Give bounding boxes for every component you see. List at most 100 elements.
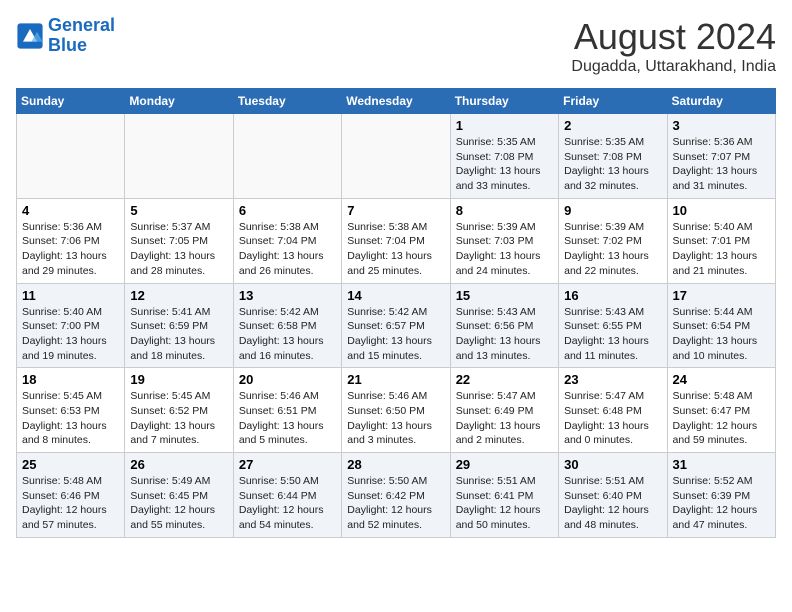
day-number: 17 xyxy=(673,288,770,303)
day-number: 25 xyxy=(22,457,119,472)
day-info: Sunrise: 5:37 AM Sunset: 7:05 PM Dayligh… xyxy=(130,220,227,279)
day-number: 11 xyxy=(22,288,119,303)
day-number: 24 xyxy=(673,372,770,387)
day-cell: 15 Sunrise: 5:43 AM Sunset: 6:56 PM Dayli… xyxy=(450,283,558,368)
day-info: Sunrise: 5:40 AM Sunset: 7:00 PM Dayligh… xyxy=(22,305,119,364)
header-row: SundayMondayTuesdayWednesdayThursdayFrid… xyxy=(17,89,776,114)
day-info: Sunrise: 5:42 AM Sunset: 6:58 PM Dayligh… xyxy=(239,305,336,364)
day-info: Sunrise: 5:40 AM Sunset: 7:01 PM Dayligh… xyxy=(673,220,770,279)
day-cell: 20 Sunrise: 5:46 AM Sunset: 6:51 PM Dayli… xyxy=(233,368,341,453)
day-info: Sunrise: 5:43 AM Sunset: 6:55 PM Dayligh… xyxy=(564,305,661,364)
day-info: Sunrise: 5:52 AM Sunset: 6:39 PM Dayligh… xyxy=(673,474,770,533)
header-cell-friday: Friday xyxy=(559,89,667,114)
day-info: Sunrise: 5:45 AM Sunset: 6:52 PM Dayligh… xyxy=(130,389,227,448)
day-cell: 12 Sunrise: 5:41 AM Sunset: 6:59 PM Dayli… xyxy=(125,283,233,368)
day-cell: 6 Sunrise: 5:38 AM Sunset: 7:04 PM Daylig… xyxy=(233,198,341,283)
day-info: Sunrise: 5:47 AM Sunset: 6:49 PM Dayligh… xyxy=(456,389,553,448)
calendar-subtitle: Dugadda, Uttarakhand, India xyxy=(571,58,776,76)
page-header: General Blue August 2024 Dugadda, Uttara… xyxy=(16,16,776,76)
day-cell: 18Sunrise: 5:45 AM Sunset: 6:53 PM Dayli… xyxy=(17,368,125,453)
day-cell: 27Sunrise: 5:50 AM Sunset: 6:44 PM Dayli… xyxy=(233,453,341,538)
day-cell: 25Sunrise: 5:48 AM Sunset: 6:46 PM Dayli… xyxy=(17,453,125,538)
day-number: 14 xyxy=(347,288,444,303)
day-info: Sunrise: 5:42 AM Sunset: 6:57 PM Dayligh… xyxy=(347,305,444,364)
header-cell-tuesday: Tuesday xyxy=(233,89,341,114)
day-info: Sunrise: 5:46 AM Sunset: 6:51 PM Dayligh… xyxy=(239,389,336,448)
day-cell xyxy=(233,114,341,199)
week-row-4: 18Sunrise: 5:45 AM Sunset: 6:53 PM Dayli… xyxy=(17,368,776,453)
day-cell: 11 Sunrise: 5:40 AM Sunset: 7:00 PM Dayli… xyxy=(17,283,125,368)
day-cell: 28Sunrise: 5:50 AM Sunset: 6:42 PM Dayli… xyxy=(342,453,450,538)
header-cell-thursday: Thursday xyxy=(450,89,558,114)
day-number: 1 xyxy=(456,118,553,133)
day-info: Sunrise: 5:48 AM Sunset: 6:47 PM Dayligh… xyxy=(673,389,770,448)
day-cell: 30Sunrise: 5:51 AM Sunset: 6:40 PM Dayli… xyxy=(559,453,667,538)
day-cell: 22 Sunrise: 5:47 AM Sunset: 6:49 PM Dayli… xyxy=(450,368,558,453)
logo-line1: General xyxy=(48,15,115,35)
header-cell-monday: Monday xyxy=(125,89,233,114)
day-info: Sunrise: 5:50 AM Sunset: 6:42 PM Dayligh… xyxy=(347,474,444,533)
logo-text: General Blue xyxy=(48,16,115,56)
day-cell: 31 Sunrise: 5:52 AM Sunset: 6:39 PM Dayli… xyxy=(667,453,775,538)
day-number: 8 xyxy=(456,203,553,218)
day-cell: 1 Sunrise: 5:35 AM Sunset: 7:08 PM Daylig… xyxy=(450,114,558,199)
day-info: Sunrise: 5:44 AM Sunset: 6:54 PM Dayligh… xyxy=(673,305,770,364)
day-number: 18 xyxy=(22,372,119,387)
day-number: 19 xyxy=(130,372,227,387)
day-number: 20 xyxy=(239,372,336,387)
day-cell: 26 Sunrise: 5:49 AM Sunset: 6:45 PM Dayli… xyxy=(125,453,233,538)
day-info: Sunrise: 5:35 AM Sunset: 7:08 PM Dayligh… xyxy=(456,135,553,194)
day-info: Sunrise: 5:38 AM Sunset: 7:04 PM Dayligh… xyxy=(347,220,444,279)
day-cell: 13 Sunrise: 5:42 AM Sunset: 6:58 PM Dayli… xyxy=(233,283,341,368)
calendar-title: August 2024 xyxy=(571,16,776,58)
day-cell: 23Sunrise: 5:47 AM Sunset: 6:48 PM Dayli… xyxy=(559,368,667,453)
day-number: 12 xyxy=(130,288,227,303)
title-block: August 2024 Dugadda, Uttarakhand, India xyxy=(571,16,776,76)
day-info: Sunrise: 5:36 AM Sunset: 7:06 PM Dayligh… xyxy=(22,220,119,279)
logo-line2: Blue xyxy=(48,35,87,55)
week-row-3: 11 Sunrise: 5:40 AM Sunset: 7:00 PM Dayli… xyxy=(17,283,776,368)
day-number: 4 xyxy=(22,203,119,218)
day-cell: 16 Sunrise: 5:43 AM Sunset: 6:55 PM Dayli… xyxy=(559,283,667,368)
calendar-table: SundayMondayTuesdayWednesdayThursdayFrid… xyxy=(16,88,776,538)
header-cell-wednesday: Wednesday xyxy=(342,89,450,114)
day-cell: 2 Sunrise: 5:35 AM Sunset: 7:08 PM Daylig… xyxy=(559,114,667,199)
day-number: 15 xyxy=(456,288,553,303)
week-row-5: 25Sunrise: 5:48 AM Sunset: 6:46 PM Dayli… xyxy=(17,453,776,538)
header-cell-saturday: Saturday xyxy=(667,89,775,114)
day-number: 16 xyxy=(564,288,661,303)
day-cell xyxy=(342,114,450,199)
day-number: 6 xyxy=(239,203,336,218)
day-number: 2 xyxy=(564,118,661,133)
day-cell: 4 Sunrise: 5:36 AM Sunset: 7:06 PM Daylig… xyxy=(17,198,125,283)
header-cell-sunday: Sunday xyxy=(17,89,125,114)
day-number: 31 xyxy=(673,457,770,472)
day-info: Sunrise: 5:49 AM Sunset: 6:45 PM Dayligh… xyxy=(130,474,227,533)
day-number: 22 xyxy=(456,372,553,387)
day-cell xyxy=(17,114,125,199)
day-number: 13 xyxy=(239,288,336,303)
day-cell: 17 Sunrise: 5:44 AM Sunset: 6:54 PM Dayli… xyxy=(667,283,775,368)
day-info: Sunrise: 5:41 AM Sunset: 6:59 PM Dayligh… xyxy=(130,305,227,364)
day-number: 29 xyxy=(456,457,553,472)
day-info: Sunrise: 5:46 AM Sunset: 6:50 PM Dayligh… xyxy=(347,389,444,448)
day-info: Sunrise: 5:36 AM Sunset: 7:07 PM Dayligh… xyxy=(673,135,770,194)
day-info: Sunrise: 5:38 AM Sunset: 7:04 PM Dayligh… xyxy=(239,220,336,279)
day-cell: 7 Sunrise: 5:38 AM Sunset: 7:04 PM Daylig… xyxy=(342,198,450,283)
logo-icon xyxy=(16,22,44,50)
week-row-1: 1 Sunrise: 5:35 AM Sunset: 7:08 PM Daylig… xyxy=(17,114,776,199)
day-number: 30 xyxy=(564,457,661,472)
day-number: 10 xyxy=(673,203,770,218)
day-info: Sunrise: 5:43 AM Sunset: 6:56 PM Dayligh… xyxy=(456,305,553,364)
week-row-2: 4 Sunrise: 5:36 AM Sunset: 7:06 PM Daylig… xyxy=(17,198,776,283)
day-cell: 8Sunrise: 5:39 AM Sunset: 7:03 PM Daylig… xyxy=(450,198,558,283)
day-cell: 21Sunrise: 5:46 AM Sunset: 6:50 PM Dayli… xyxy=(342,368,450,453)
day-info: Sunrise: 5:35 AM Sunset: 7:08 PM Dayligh… xyxy=(564,135,661,194)
day-cell xyxy=(125,114,233,199)
day-number: 26 xyxy=(130,457,227,472)
day-cell: 19 Sunrise: 5:45 AM Sunset: 6:52 PM Dayli… xyxy=(125,368,233,453)
day-number: 7 xyxy=(347,203,444,218)
logo: General Blue xyxy=(16,16,115,56)
day-info: Sunrise: 5:47 AM Sunset: 6:48 PM Dayligh… xyxy=(564,389,661,448)
day-info: Sunrise: 5:50 AM Sunset: 6:44 PM Dayligh… xyxy=(239,474,336,533)
